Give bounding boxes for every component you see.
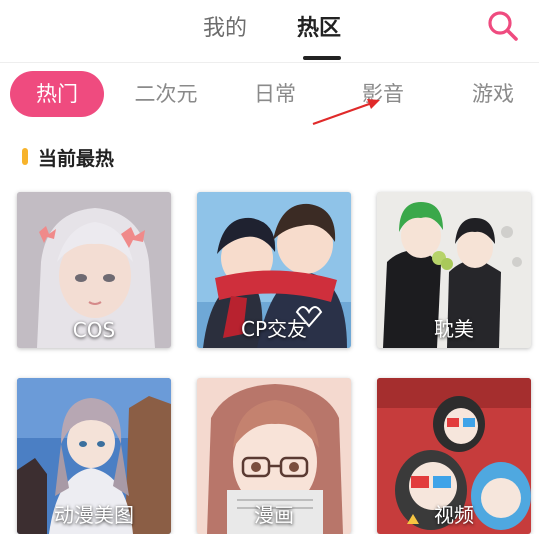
card-danmei[interactable]: 耽美 (377, 192, 531, 348)
card-label: 耽美 (434, 317, 474, 341)
section-title: 当前最热 (38, 148, 115, 170)
search-icon (488, 11, 518, 41)
category-daily[interactable]: 日常 (246, 71, 304, 117)
card-comics[interactable]: 漫画 (197, 378, 351, 534)
card-anime-art[interactable]: 动漫美图 (17, 378, 171, 534)
tab-mine[interactable]: 我的 (203, 10, 247, 42)
card-label: 视频 (434, 503, 474, 527)
card-label: 动漫美图 (54, 503, 134, 527)
card-label: 漫画 (254, 503, 294, 527)
card-videos[interactable]: 视频 (377, 378, 531, 534)
section-marker (22, 148, 28, 165)
annotation-arrow-icon (312, 99, 380, 126)
card-label: COS (72, 318, 116, 342)
card-cos[interactable]: COS (17, 192, 171, 348)
header-divider (0, 62, 539, 63)
top-bar: 我的 热区 (0, 0, 539, 62)
tab-hot-zone[interactable]: 热区 (297, 10, 341, 42)
category-hot[interactable]: 热门 (10, 71, 104, 117)
card-cp[interactable]: CP交友 (197, 192, 351, 348)
category-acg[interactable]: 二次元 (122, 71, 210, 117)
category-games[interactable]: 游戏 (464, 71, 522, 117)
card-label: CP交友 (240, 317, 308, 341)
active-tab-indicator (303, 56, 341, 60)
search-button[interactable] (485, 8, 521, 44)
